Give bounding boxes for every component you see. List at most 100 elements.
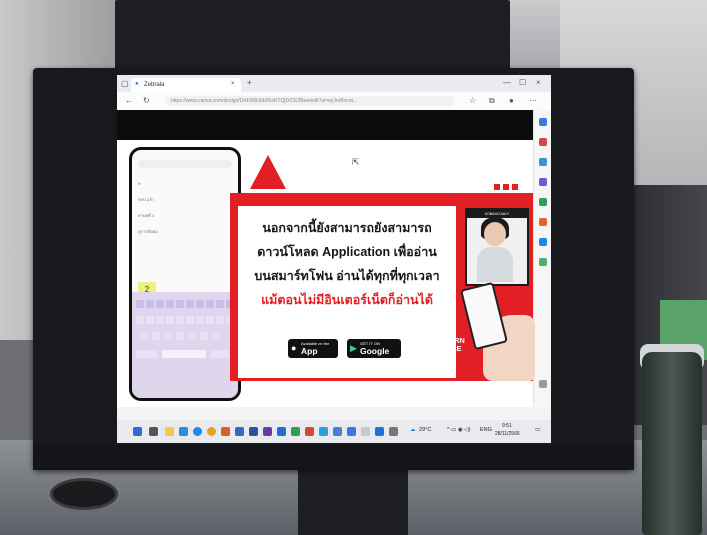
minimize-button[interactable]: — bbox=[503, 79, 511, 87]
banner-line-red: แม้ตอนไม่มีอินเตอร์เน็ตก็อ่านได้ bbox=[261, 293, 433, 307]
edge-sidebar bbox=[533, 110, 551, 407]
key bbox=[196, 300, 204, 308]
key bbox=[136, 316, 144, 324]
tools-icon[interactable] bbox=[539, 158, 547, 166]
key bbox=[206, 300, 214, 308]
apple-icon: ● bbox=[291, 343, 297, 353]
teams-icon[interactable] bbox=[319, 427, 328, 436]
background-monitor bbox=[115, 0, 510, 70]
office-icon[interactable] bbox=[539, 198, 547, 206]
chrome-icon[interactable] bbox=[207, 427, 216, 436]
url-field[interactable]: https://www.canva.com/design/DAF0Nl/3d/A… bbox=[165, 96, 455, 106]
app-icon-5[interactable] bbox=[389, 427, 398, 436]
new-tab-button[interactable]: + bbox=[247, 79, 252, 87]
more-text: MORE bbox=[439, 344, 462, 353]
back-icon[interactable]: ← bbox=[125, 97, 133, 105]
banner-line-1: นอกจากนี้ยังสามารถยังสามารถ bbox=[262, 221, 432, 235]
profile-icon[interactable]: ● bbox=[509, 97, 514, 105]
photoshop-icon[interactable] bbox=[235, 427, 244, 436]
editor-toolbar bbox=[117, 110, 533, 140]
key bbox=[196, 316, 204, 324]
shopping-icon[interactable] bbox=[539, 138, 547, 146]
premiere-icon[interactable] bbox=[263, 427, 272, 436]
key bbox=[176, 300, 184, 308]
app-icon[interactable] bbox=[221, 427, 230, 436]
collections-icon[interactable]: ⧉ bbox=[489, 97, 495, 105]
refresh-icon[interactable]: ↻ bbox=[143, 97, 150, 105]
key bbox=[216, 300, 224, 308]
search-icon[interactable] bbox=[149, 427, 158, 436]
clock-date[interactable]: 28/11/2566 bbox=[495, 431, 520, 437]
lightroom-icon[interactable] bbox=[249, 427, 258, 436]
play-icon: ▶ bbox=[350, 343, 357, 353]
menu-icon[interactable]: ⋯ bbox=[529, 97, 537, 105]
tray-icons[interactable]: ^ ▭ ◉ ◁) bbox=[447, 427, 470, 433]
search-icon[interactable] bbox=[539, 118, 547, 126]
key bbox=[212, 332, 220, 340]
outlook-icon[interactable] bbox=[539, 218, 547, 226]
key bbox=[136, 300, 144, 308]
file-explorer-icon[interactable] bbox=[165, 427, 174, 436]
favorites-icon[interactable]: ☆ bbox=[469, 97, 476, 105]
powerpoint-icon[interactable] bbox=[305, 427, 314, 436]
mouse-cursor-icon: ⇱ bbox=[352, 157, 360, 167]
browser-tab[interactable]: ● Zebrala × bbox=[131, 78, 241, 92]
key bbox=[136, 350, 158, 358]
spacebar bbox=[162, 350, 206, 358]
weather-temp[interactable]: 29°C bbox=[419, 427, 431, 433]
key bbox=[146, 316, 154, 324]
outlook-icon[interactable] bbox=[333, 427, 342, 436]
phone-row: ดูการตัดต่อ bbox=[138, 229, 158, 234]
key bbox=[152, 332, 160, 340]
key bbox=[166, 300, 174, 308]
app-icon-2[interactable] bbox=[347, 427, 356, 436]
weather-icon[interactable]: ☁ bbox=[410, 427, 416, 433]
app-store-label: App Store bbox=[301, 346, 323, 366]
phone-row: หลบ แล้ว bbox=[138, 197, 155, 202]
desk-cable-hole bbox=[50, 478, 118, 510]
key bbox=[200, 332, 208, 340]
add-icon[interactable] bbox=[539, 258, 547, 266]
close-window-button[interactable]: × bbox=[536, 79, 541, 87]
key bbox=[140, 332, 148, 340]
language-indicator[interactable]: ENG bbox=[480, 427, 492, 433]
app-icon-3[interactable] bbox=[361, 427, 370, 436]
key bbox=[166, 316, 174, 324]
red-triangle bbox=[250, 155, 286, 189]
store-icon[interactable] bbox=[179, 427, 188, 436]
banner-line-2: ดาวน์โหลด Application เพื่ออ่าน bbox=[257, 245, 437, 259]
settings-icon[interactable] bbox=[539, 380, 547, 388]
key bbox=[156, 300, 164, 308]
phone-search-bar bbox=[138, 160, 232, 168]
browser-tab-bar: ▢ ● Zebrala × + — ☐ × bbox=[117, 75, 551, 92]
app-store-badge[interactable]: ● Available on the App Store bbox=[288, 339, 338, 366]
monitor-chin bbox=[33, 445, 634, 470]
notification-icon[interactable]: ▭ bbox=[535, 427, 540, 433]
google-play-label: Google play bbox=[360, 346, 390, 366]
key bbox=[206, 316, 214, 324]
tab-close-icon[interactable]: × bbox=[231, 81, 235, 87]
key bbox=[210, 350, 232, 358]
start-icon[interactable] bbox=[133, 427, 142, 436]
edge-icon[interactable] bbox=[193, 427, 202, 436]
banner-line-3: บนสมาร์ทโฟน อ่านได้ทุกที่ทุกเวลา bbox=[254, 269, 440, 283]
phone-row: ค่าบทที่ 4 bbox=[138, 213, 155, 218]
word-icon[interactable] bbox=[277, 427, 286, 436]
water-bottle bbox=[642, 352, 702, 535]
key bbox=[146, 300, 154, 308]
key bbox=[188, 332, 196, 340]
drop-icon[interactable] bbox=[539, 238, 547, 246]
games-icon[interactable] bbox=[539, 178, 547, 186]
key bbox=[164, 332, 172, 340]
clock-time[interactable]: 9:51 bbox=[502, 423, 512, 429]
excel-icon[interactable] bbox=[291, 427, 300, 436]
app-icon-4[interactable] bbox=[375, 427, 384, 436]
maximize-button[interactable]: ☐ bbox=[519, 79, 526, 87]
phone-keyboard bbox=[132, 292, 238, 398]
key bbox=[216, 316, 224, 324]
key bbox=[186, 316, 194, 324]
phone-row: ค bbox=[138, 181, 141, 186]
google-play-badge[interactable]: ▶ GET IT ON Google play bbox=[347, 339, 401, 366]
presenter-face bbox=[484, 222, 506, 246]
address-bar-row: ← ↻ https://www.canva.com/design/DAF0Nl/… bbox=[117, 92, 551, 111]
